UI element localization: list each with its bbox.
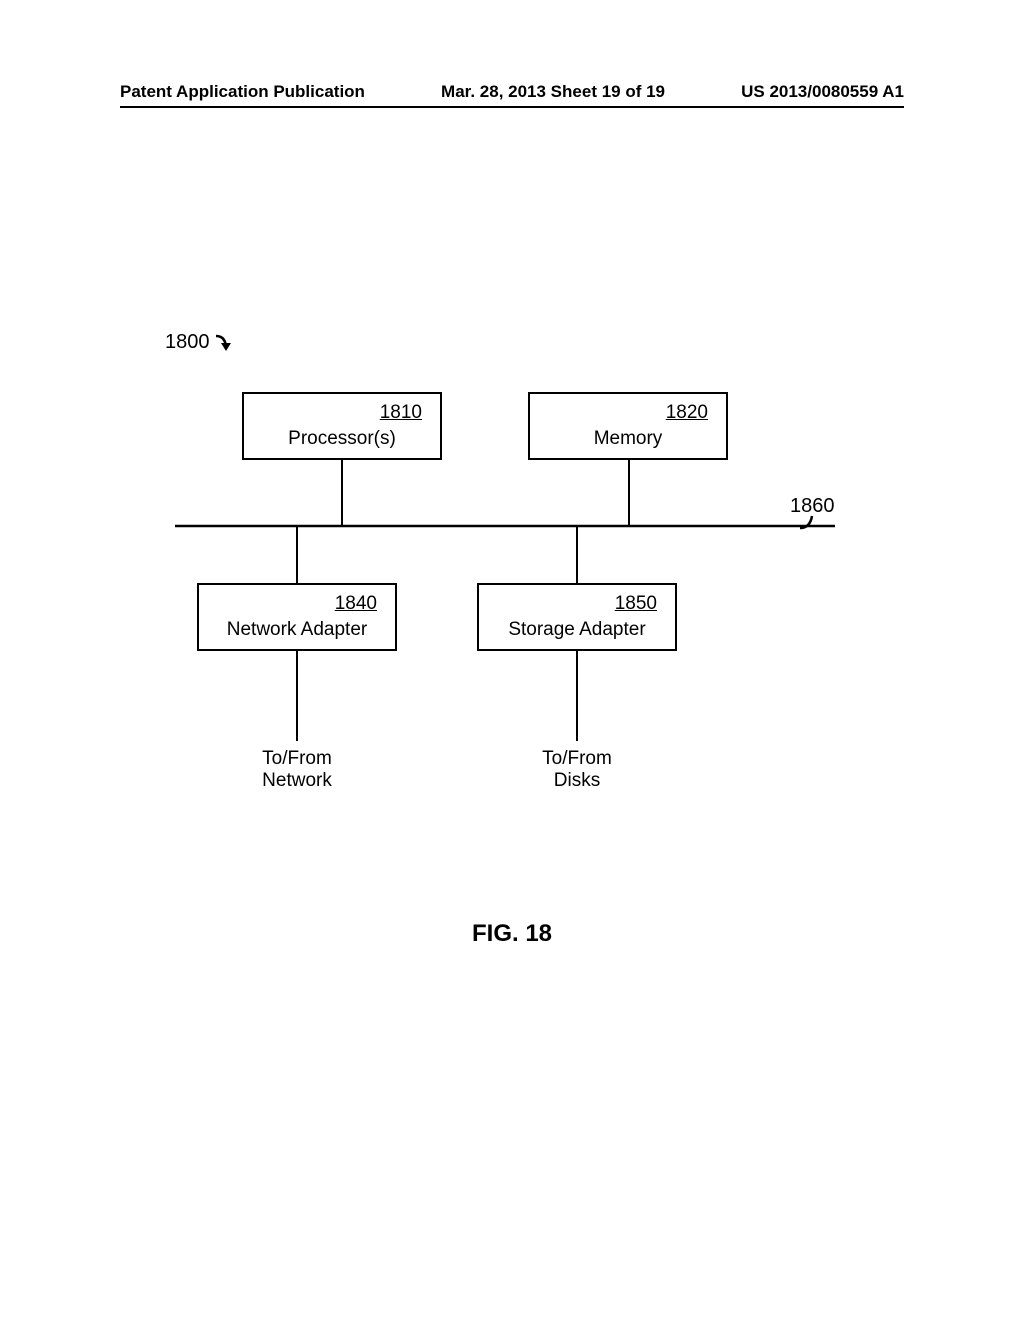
connector-processor-bus [340,460,344,526]
to-from-network-line2: Network [262,770,332,791]
connector-storage-bus [575,526,579,585]
ref-memory: 1820 [530,402,726,424]
ref-storage-adapter: 1850 [479,593,675,615]
connector-storage-tofrom [575,651,579,741]
storage-adapter-box: 1850 Storage Adapter [477,583,677,651]
ref-network-adapter: 1840 [199,593,395,615]
figure-caption: FIG. 18 [0,920,1024,948]
to-from-disks-line2: Disks [554,770,600,791]
label-processor: Processor(s) [244,428,440,450]
connector-network-bus [295,526,299,585]
to-from-network: To/From Network [227,748,367,792]
to-from-disks: To/From Disks [507,748,647,792]
label-network-adapter: Network Adapter [199,619,395,641]
label-storage-adapter: Storage Adapter [479,619,675,641]
arrow-1800-icon [212,333,242,363]
processor-box: 1810 Processor(s) [242,392,442,460]
network-adapter-box: 1840 Network Adapter [197,583,397,651]
ref-processor: 1810 [244,402,440,424]
bus-line [175,524,835,528]
memory-box: 1820 Memory [528,392,728,460]
label-memory: Memory [530,428,726,450]
ref-system-1800: 1800 [165,331,210,354]
to-from-disks-line1: To/From [542,748,612,769]
curve-1860-icon [798,514,820,534]
connector-memory-bus [627,460,631,526]
to-from-network-line1: To/From [262,748,332,769]
connector-network-tofrom [295,651,299,741]
diagram-canvas: 1800 1810 Processor(s) 1820 Memory 1860 … [0,0,1024,1320]
